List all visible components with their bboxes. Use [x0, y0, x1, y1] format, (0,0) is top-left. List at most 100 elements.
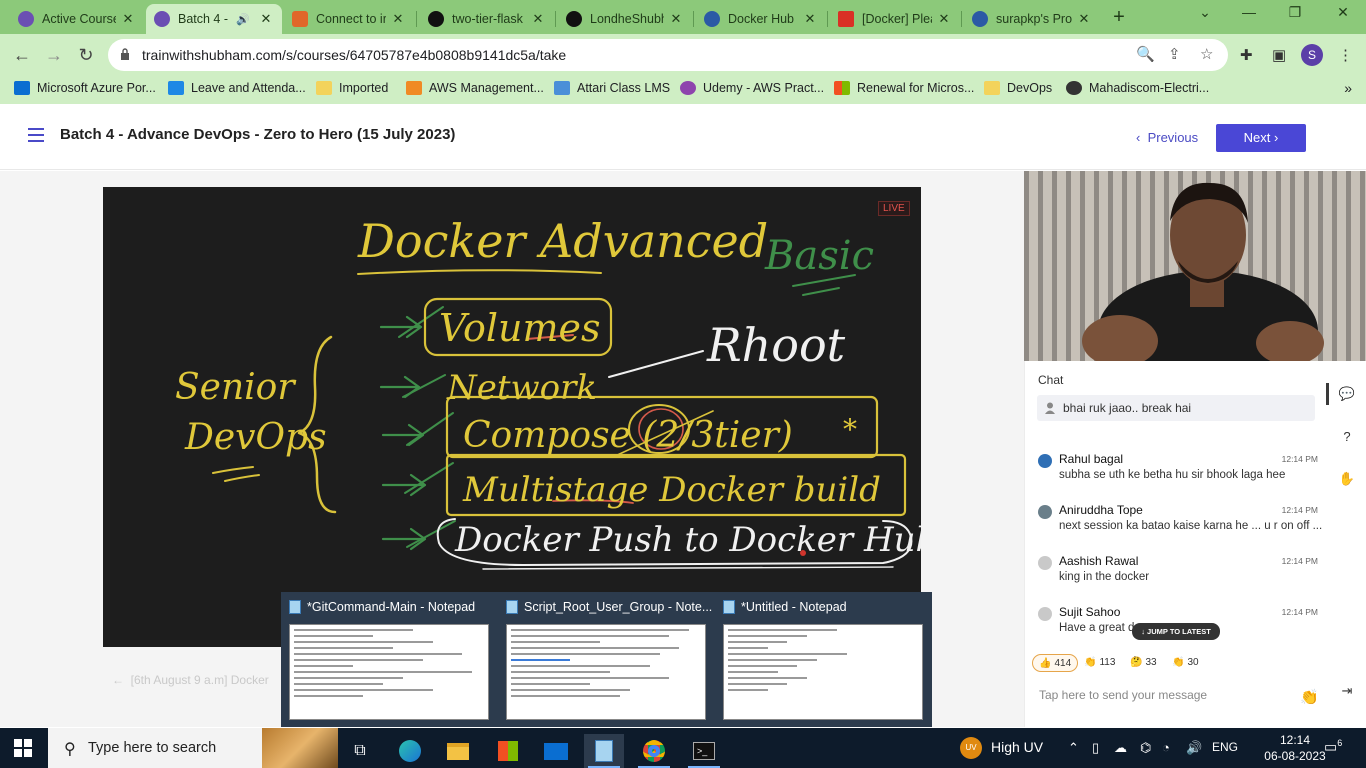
- extensions-icon[interactable]: ✚: [1240, 46, 1253, 64]
- onedrive-icon[interactable]: ☁: [1114, 740, 1127, 756]
- chevron-left-icon: ‹: [1136, 130, 1144, 145]
- task-view-icon[interactable]: ⧉: [340, 734, 380, 768]
- address-bar[interactable]: trainwithshubham.com/s/courses/64705787e…: [108, 39, 1228, 71]
- message-time: 12:14 PM: [1281, 556, 1318, 566]
- next-lesson-link[interactable]: ← [6th August 9 a.m] Docker: [112, 673, 269, 687]
- show-hidden-icons[interactable]: ⌃: [1068, 740, 1079, 756]
- clap-icon[interactable]: 👏: [1300, 688, 1319, 706]
- terminal-icon[interactable]: >_: [684, 734, 724, 768]
- tab-title: Docker Hub: [728, 12, 794, 26]
- menu-icon[interactable]: ⋮: [1338, 46, 1353, 64]
- back-button[interactable]: ←: [10, 43, 34, 67]
- side-panel-icon[interactable]: ▣: [1272, 46, 1286, 64]
- system-clock[interactable]: 12:14 06-08-2023: [1262, 732, 1328, 764]
- tab-title: [Docker] Plea: [862, 12, 932, 26]
- close-icon[interactable]: ✕: [390, 11, 406, 27]
- bookmark-item[interactable]: Udemy - AWS Pract...: [680, 81, 824, 95]
- notification-center-icon[interactable]: ▭6: [1324, 738, 1342, 756]
- tab-batch-4[interactable]: Batch 4 - 🔊 ✕: [146, 4, 282, 34]
- jump-to-latest-button[interactable]: ↓ JUMP TO LATEST: [1132, 623, 1220, 640]
- tab-surapkp[interactable]: surapkp's Pro ✕: [964, 4, 1100, 34]
- share-icon[interactable]: ⇪: [1168, 45, 1181, 63]
- live-video-player[interactable]: Docker Advanced Basic Rhoot Senior DevOp…: [103, 187, 921, 647]
- bookmark-item[interactable]: Microsoft Azure Por...: [14, 81, 156, 95]
- tab-londheshubh[interactable]: LondheShubh ✕: [558, 4, 692, 34]
- forward-button[interactable]: →: [42, 43, 66, 67]
- url-text[interactable]: trainwithshubham.com/s/courses/64705787e…: [142, 47, 566, 63]
- reaction-clap[interactable]: 👏 113: [1078, 654, 1121, 672]
- notepad-taskbar-icon[interactable]: [584, 734, 624, 768]
- chat-message-input[interactable]: Tap here to send your message: [1039, 688, 1207, 702]
- next-button[interactable]: Next ›: [1216, 124, 1306, 152]
- bookmark-label: AWS Management...: [429, 81, 544, 95]
- reaction-clap-2[interactable]: 👏 30: [1166, 654, 1205, 672]
- whiteboard-item-network: Network: [446, 368, 597, 408]
- tab-two-tier-flask[interactable]: two-tier-flask ✕: [420, 4, 554, 34]
- chrome-icon[interactable]: [634, 734, 674, 768]
- close-icon[interactable]: ✕: [1076, 11, 1092, 27]
- tab-connect[interactable]: Connect to ir ✕: [284, 4, 414, 34]
- close-icon[interactable]: ✕: [802, 11, 818, 27]
- bookmark-item[interactable]: DevOps: [984, 81, 1052, 95]
- file-explorer-icon[interactable]: [438, 734, 478, 768]
- globe-icon: [1066, 81, 1082, 95]
- bookmark-star-icon[interactable]: ☆: [1200, 45, 1213, 63]
- close-window-button[interactable]: ✕: [1320, 4, 1366, 21]
- notepad-preview[interactable]: Script_Root_User_Group - Note...: [498, 592, 712, 727]
- user-icon: [1038, 556, 1052, 570]
- bookmark-item[interactable]: AWS Management...: [406, 81, 544, 95]
- volume-icon[interactable]: 🔊: [1186, 740, 1202, 756]
- edge-icon[interactable]: [390, 734, 430, 768]
- help-icon[interactable]: ?: [1338, 428, 1356, 446]
- close-icon[interactable]: ✕: [258, 11, 274, 27]
- more-bookmarks-icon[interactable]: »: [1344, 80, 1352, 96]
- zoom-icon[interactable]: 🔍: [1136, 45, 1155, 63]
- previous-button[interactable]: ‹ Previous: [1136, 130, 1198, 145]
- bookmark-item[interactable]: Mahadiscom-Electri...: [1066, 81, 1209, 95]
- tab-gmail-docker[interactable]: [Docker] Plea ✕: [830, 4, 960, 34]
- reaction-thumbs-up[interactable]: 👍 414: [1032, 654, 1079, 672]
- message-time: 12:14 PM: [1281, 607, 1318, 617]
- restore-button[interactable]: ❐: [1272, 4, 1318, 21]
- raise-hand-icon[interactable]: ✋: [1338, 470, 1356, 488]
- instructor-webcam[interactable]: [1024, 171, 1366, 361]
- notepad-preview[interactable]: *GitCommand-Main - Notepad: [281, 592, 493, 727]
- wifi-icon[interactable]: ◔: [1162, 740, 1170, 755]
- minimize-button[interactable]: —: [1226, 4, 1272, 20]
- github-icon: [566, 11, 582, 27]
- weather-text[interactable]: High UV: [991, 739, 1043, 755]
- webcam-frame: [1024, 171, 1366, 361]
- tab-title: surapkp's Pro: [996, 12, 1072, 26]
- mail-icon[interactable]: [536, 734, 576, 768]
- chat-icon[interactable]: 💬: [1338, 385, 1356, 403]
- close-icon[interactable]: ✕: [668, 11, 684, 27]
- profile-avatar[interactable]: S: [1301, 44, 1323, 66]
- reaction-thinking[interactable]: 🤔 33: [1124, 654, 1163, 672]
- bookmark-item[interactable]: Leave and Attenda...: [168, 81, 306, 95]
- language-indicator[interactable]: ENG: [1212, 740, 1238, 754]
- new-tab-button[interactable]: +: [1108, 6, 1130, 29]
- whiteboard-devops-label: DevOps: [184, 417, 327, 458]
- bookmark-item[interactable]: Renewal for Micros...: [834, 81, 974, 95]
- close-icon[interactable]: ✕: [936, 11, 952, 27]
- network-icon[interactable]: ⌬: [1140, 740, 1151, 756]
- exit-icon[interactable]: ⇥: [1338, 682, 1356, 700]
- close-icon[interactable]: ✕: [120, 11, 136, 27]
- preview-title: *GitCommand-Main - Notepad: [307, 600, 476, 614]
- bookmark-item[interactable]: Imported: [316, 81, 388, 95]
- store-icon[interactable]: [488, 734, 528, 768]
- close-icon[interactable]: ✕: [530, 11, 546, 27]
- speaker-icon[interactable]: 🔊: [236, 13, 250, 26]
- reload-button[interactable]: ↻: [74, 43, 98, 67]
- windows-start-icon[interactable]: [14, 739, 32, 757]
- tab-search-icon[interactable]: ⌄: [1182, 4, 1228, 21]
- notepad-preview[interactable]: *Untitled - Notepad: [715, 592, 927, 727]
- tab-docker-hub[interactable]: Docker Hub ✕: [696, 4, 826, 34]
- preview-page: [289, 624, 489, 720]
- device-icon[interactable]: ▯: [1092, 740, 1099, 756]
- weather-uv-badge[interactable]: UV: [960, 737, 982, 759]
- bookmark-item[interactable]: Attari Class LMS: [554, 81, 670, 95]
- hamburger-menu-icon[interactable]: [28, 128, 44, 142]
- tab-title: Batch 4 -: [178, 12, 229, 26]
- tab-active-course[interactable]: Active Course ✕: [10, 4, 144, 34]
